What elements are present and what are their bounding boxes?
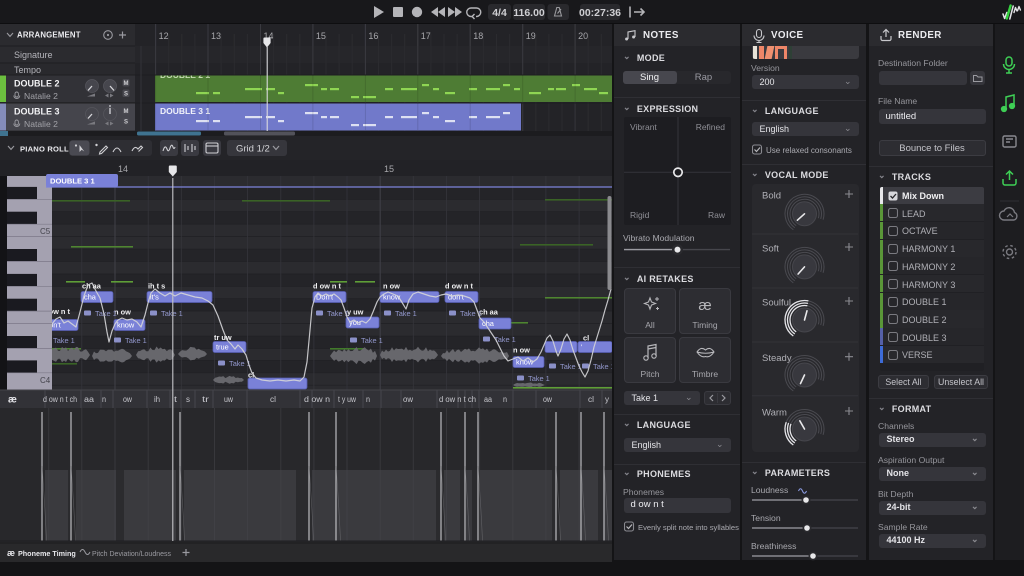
svg-text:ow: ow <box>543 395 552 404</box>
svg-text:cl: cl <box>583 334 589 343</box>
svg-text:PIANO ROLL: PIANO ROLL <box>20 145 69 154</box>
svg-text:Take 1: Take 1 <box>125 336 147 345</box>
svg-text:Soulful: Soulful <box>762 298 791 309</box>
svg-text:n ow: n ow <box>383 282 400 291</box>
svg-text:Take 1: Take 1 <box>361 336 383 345</box>
svg-text:20: 20 <box>578 31 588 41</box>
svg-text:don't: don't <box>448 293 464 302</box>
svg-text:n: n <box>102 395 106 404</box>
svg-text:cha: cha <box>482 319 495 328</box>
svg-text:Take 1: Take 1 <box>528 374 550 383</box>
svg-text:Take 1: Take 1 <box>161 309 183 318</box>
svg-text:Vibrant: Vibrant <box>630 122 657 132</box>
svg-text:00:27:36: 00:27:36 <box>579 7 621 19</box>
svg-text:DOUBLE 2: DOUBLE 2 <box>14 79 60 89</box>
svg-text:cha: cha <box>84 293 97 302</box>
svg-text:Warm: Warm <box>762 408 787 419</box>
svg-text:Pitch: Pitch <box>640 369 659 379</box>
svg-text:know: know <box>117 321 135 330</box>
svg-text:DOUBLE 3: DOUBLE 3 <box>14 107 60 117</box>
svg-text:DOUBLE 3 1: DOUBLE 3 1 <box>50 177 96 186</box>
svg-text:Refined: Refined <box>695 122 725 132</box>
svg-text:it's: it's <box>150 293 159 302</box>
svg-text:Natalie 2: Natalie 2 <box>24 91 58 101</box>
svg-text:d ow n: d ow n <box>304 395 330 404</box>
svg-text:Take 1: Take 1 <box>53 336 75 345</box>
svg-text:uw: uw <box>224 395 233 404</box>
svg-text:y uw: y uw <box>347 308 364 317</box>
svg-text:n: n <box>503 395 507 404</box>
svg-text:M: M <box>124 109 129 115</box>
svg-text:æ: æ <box>698 297 711 314</box>
svg-text:4/4: 4/4 <box>492 7 507 19</box>
svg-text:tr uw: tr uw <box>214 333 232 342</box>
svg-text:ow: ow <box>123 395 132 404</box>
svg-text:Take 1: Take 1 <box>395 309 417 318</box>
svg-text:14: 14 <box>118 164 128 174</box>
svg-text:t y uw: t y uw <box>338 395 356 404</box>
svg-text:S: S <box>124 120 128 126</box>
svg-text:M: M <box>124 81 129 87</box>
svg-text:16: 16 <box>368 31 378 41</box>
svg-text:Take 1: Take 1 <box>593 362 612 371</box>
svg-text:15: 15 <box>384 164 394 174</box>
svg-text:know: know <box>516 358 534 367</box>
svg-text:true: true <box>216 343 229 352</box>
svg-text:Bold: Bold <box>762 191 781 202</box>
svg-text:y: y <box>605 395 609 404</box>
svg-text:15: 15 <box>316 31 326 41</box>
svg-text:aa: aa <box>84 395 95 404</box>
svg-text:cl: cl <box>270 395 276 404</box>
svg-text:æ: æ <box>7 548 15 558</box>
svg-text:d ow n t ch: d ow n t ch <box>439 395 476 404</box>
svg-text:aa: aa <box>484 395 492 404</box>
svg-text:Timbre: Timbre <box>691 369 717 379</box>
svg-text:ch aa: ch aa <box>479 308 499 317</box>
svg-text:tr: tr <box>202 395 209 404</box>
svg-text:Take 1: Take 1 <box>95 309 117 318</box>
svg-text:ow: ow <box>403 395 413 404</box>
svg-text:C4: C4 <box>40 376 51 385</box>
svg-text:Signature: Signature <box>14 50 53 60</box>
svg-text:C5: C5 <box>40 227 51 236</box>
svg-text:Steady: Steady <box>762 353 792 364</box>
svg-text:ih: ih <box>154 395 160 404</box>
svg-text:n ow: n ow <box>513 346 530 355</box>
svg-text:Raw: Raw <box>707 210 725 220</box>
svg-text:Phoneme Timing: Phoneme Timing <box>18 549 76 558</box>
svg-text:19: 19 <box>526 31 536 41</box>
svg-text:d ow n t ch: d ow n t ch <box>43 395 77 404</box>
svg-text:116.00: 116.00 <box>513 7 545 19</box>
svg-text:Tempo: Tempo <box>14 65 41 75</box>
svg-text:Timing: Timing <box>692 320 717 330</box>
svg-text:d ow n t: d ow n t <box>313 282 341 291</box>
svg-text:Natalie 2: Natalie 2 <box>24 119 58 129</box>
svg-text:12: 12 <box>159 31 169 41</box>
svg-text:17: 17 <box>421 31 431 41</box>
svg-text:Grid 1/2: Grid 1/2 <box>236 144 270 155</box>
svg-text:DOUBLE 3 1: DOUBLE 3 1 <box>160 106 210 116</box>
svg-text:Pitch Deviation/Loudness: Pitch Deviation/Loudness <box>92 551 171 558</box>
svg-text:d ow n t: d ow n t <box>445 282 473 291</box>
svg-text:ih t s: ih t s <box>148 282 165 291</box>
svg-text:n: n <box>366 395 370 404</box>
svg-text:18: 18 <box>473 31 483 41</box>
svg-text:s: s <box>186 395 190 404</box>
svg-text:cl: cl <box>588 395 594 404</box>
svg-text:Soft: Soft <box>762 244 779 255</box>
svg-text:ARRANGEMENT: ARRANGEMENT <box>17 31 81 40</box>
svg-text:13: 13 <box>211 31 221 41</box>
svg-text:S: S <box>124 92 128 98</box>
svg-text:All: All <box>645 320 655 330</box>
svg-text:æ: æ <box>8 395 17 406</box>
svg-text:Rigid: Rigid <box>630 210 650 220</box>
